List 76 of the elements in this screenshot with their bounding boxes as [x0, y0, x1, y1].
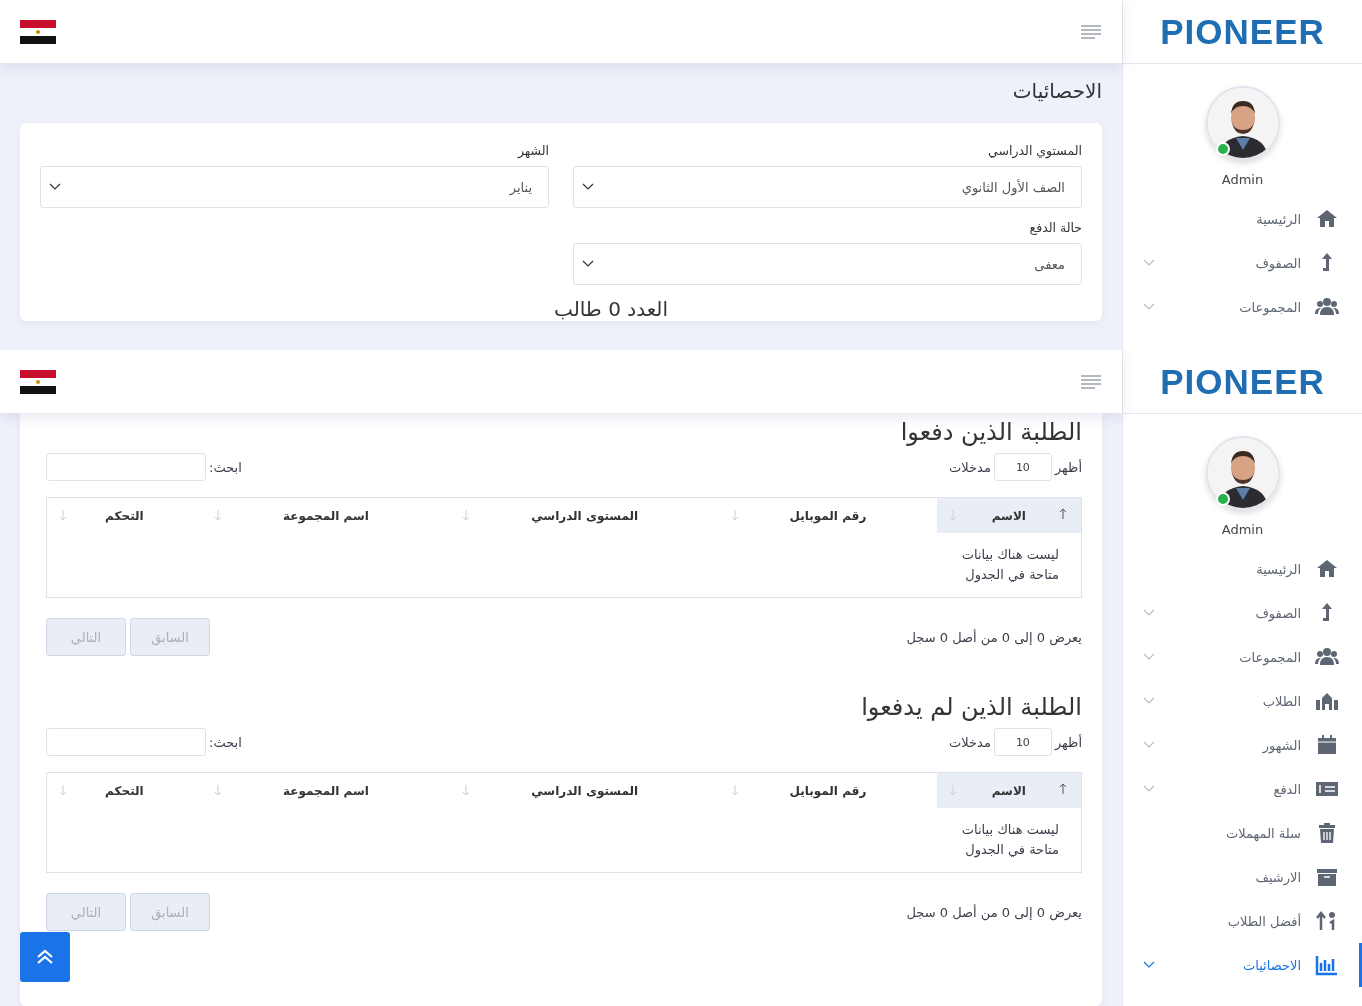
nav-item[interactable]: الصفوف — [1123, 591, 1362, 635]
bar-chart-icon — [1315, 953, 1339, 977]
sort-down-icon — [462, 509, 471, 521]
sort-up-icon — [1059, 783, 1067, 795]
dropdown[interactable]: الصف الأول الثانوي — [573, 166, 1082, 208]
logo: PIONEER — [1160, 11, 1325, 52]
table-info: يعرض 0 إلى 0 من أصل 0 سجل — [906, 904, 1082, 920]
show-label: أظهر — [1054, 459, 1082, 475]
table-info: يعرض 0 إلى 0 من أصل 0 سجل — [906, 629, 1082, 645]
dropdown[interactable]: يناير — [40, 166, 549, 208]
nav-item[interactable]: الاحصائيات — [1123, 943, 1362, 987]
dropdown[interactable]: معفى — [573, 243, 1082, 285]
sort-down-icon — [948, 509, 957, 521]
entries-label: مدخلات — [949, 459, 991, 475]
user-name: Admin — [1221, 522, 1264, 537]
nav-item[interactable]: الدفع — [1123, 767, 1362, 811]
field-label: الشهر — [516, 143, 549, 158]
column-header[interactable]: التحكم — [46, 497, 202, 533]
column-header[interactable]: التحكم — [46, 772, 202, 808]
nav-item[interactable]: المجموعات — [1123, 635, 1362, 679]
section-title: الطلبة الذين لم يدفعوا — [860, 692, 1082, 722]
user-name: Admin — [1221, 172, 1264, 187]
sort-down-icon — [948, 784, 957, 796]
sort-down-icon — [59, 784, 67, 796]
column-header[interactable]: الاسم — [936, 772, 1082, 808]
nav-item[interactable]: المجموعات — [1123, 285, 1362, 329]
nav-item[interactable]: الرئيسية — [1123, 547, 1362, 591]
sort-down-icon — [462, 784, 471, 796]
online-status-dot — [1215, 142, 1230, 156]
logo: PIONEER — [1160, 361, 1325, 402]
nav-item[interactable]: الشهور — [1123, 723, 1362, 767]
column-header[interactable]: اسم المجموعة — [201, 772, 451, 808]
chevron-down-icon — [582, 260, 594, 268]
page-size-field[interactable]: 10 — [993, 728, 1052, 756]
column-header[interactable]: الاسم — [936, 497, 1082, 533]
empty-message: ليست هناك بيانات متاحة في الجدول — [936, 808, 1082, 873]
egypt-flag-icon[interactable] — [20, 369, 56, 394]
column-header[interactable]: المستوى الدراسي — [450, 772, 720, 808]
search-label: ابحث: — [209, 459, 242, 475]
online-status-dot — [1215, 492, 1230, 506]
sort-down-icon — [731, 784, 740, 796]
calendar-icon — [1315, 733, 1339, 757]
scroll-to-top-button[interactable] — [20, 932, 70, 982]
chevron-down-icon — [582, 183, 594, 191]
field-label: المستوي الدراسي — [987, 143, 1082, 158]
page-size-field[interactable]: 10 — [993, 453, 1052, 481]
search-field[interactable] — [46, 728, 206, 756]
nav-item[interactable]: الرئيسية — [1123, 197, 1362, 241]
nav-item[interactable]: الصفوف — [1123, 241, 1362, 285]
field-label: حالة الدفع — [1028, 220, 1082, 235]
menu-icon[interactable] — [1080, 23, 1102, 40]
search-label: ابحث: — [209, 734, 242, 750]
sort-up-icon — [1059, 508, 1067, 520]
column-header[interactable]: رقم الموبايل — [719, 772, 937, 808]
column-header[interactable]: المستوى الدراسي — [450, 497, 720, 533]
column-header[interactable]: رقم الموبايل — [719, 497, 937, 533]
nav-item[interactable]: سلة المهملات — [1123, 811, 1362, 855]
search-field[interactable] — [46, 453, 206, 481]
nav-item[interactable]: أفضل الطلاب — [1123, 899, 1362, 943]
double-chevron-up-icon — [36, 949, 54, 965]
sort-down-icon — [59, 509, 67, 521]
page-title: الاحصائيات — [1012, 78, 1103, 103]
sort-down-icon — [731, 509, 740, 521]
sort-down-icon — [213, 784, 222, 796]
chevron-down-icon — [49, 183, 61, 191]
entries-label: مدخلات — [949, 734, 991, 750]
sort-down-icon — [213, 509, 222, 521]
section-title: الطلبة الذين دفعوا — [899, 417, 1082, 447]
column-header[interactable]: اسم المجموعة — [201, 497, 451, 533]
show-label: أظهر — [1054, 734, 1082, 750]
count-heading: العدد 0 طالب — [553, 297, 669, 321]
egypt-flag-icon[interactable] — [20, 19, 56, 44]
nav-item[interactable]: الطلاب — [1123, 679, 1362, 723]
menu-icon[interactable] — [1080, 373, 1102, 390]
empty-message: ليست هناك بيانات متاحة في الجدول — [936, 533, 1082, 598]
nav-item[interactable]: الارشيف — [1123, 855, 1362, 899]
